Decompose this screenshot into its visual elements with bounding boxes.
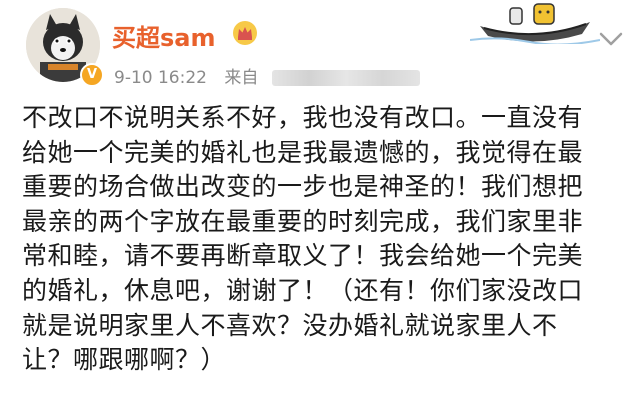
chevron-down-icon[interactable] <box>598 30 624 48</box>
post-body-line: 重要的场合做出改变的一步也是神圣的！我们想把 <box>22 172 584 202</box>
post-body-line: 让？哪跟哪啊？） <box>22 345 227 375</box>
post-body-line: 不改口不说明关系不好，我也没有改口。一直没有 <box>22 103 584 132</box>
post-meta: 9-10 16:22 来自 <box>114 63 420 88</box>
post-header: V 买超sam 9-10 16:22 来自 <box>0 0 640 100</box>
verified-badge: V <box>80 63 104 87</box>
crown-icon <box>233 21 257 45</box>
source-label: 来自 <box>224 68 259 88</box>
boat-sticker <box>470 3 600 44</box>
post-body-line: 就是说明家里人不喜欢？没办婚礼就说家里人不 <box>22 310 558 340</box>
post-body: 不改口不说明关系不好，我也没有改口。一直没有 给她一个完美的婚礼也是我最遗憾的，… <box>22 101 628 378</box>
username[interactable]: 买超sam <box>112 18 216 53</box>
post-body-line: 的婚礼，休息吧，谢谢了！（还有！你们家没改口 <box>22 275 584 305</box>
post-body-line: 给她一个完美的婚礼也是我最遗憾的，我觉得在最 <box>22 137 584 167</box>
post-body-line: 常和睦，请不要再断章取义了！我会给她一个完美 <box>22 241 584 271</box>
post-body-line: 最亲的两个字放在最重要的时刻完成，我们家里非 <box>22 206 584 236</box>
timestamp: 9-10 16:22 <box>114 68 207 88</box>
source-redacted <box>271 70 420 86</box>
